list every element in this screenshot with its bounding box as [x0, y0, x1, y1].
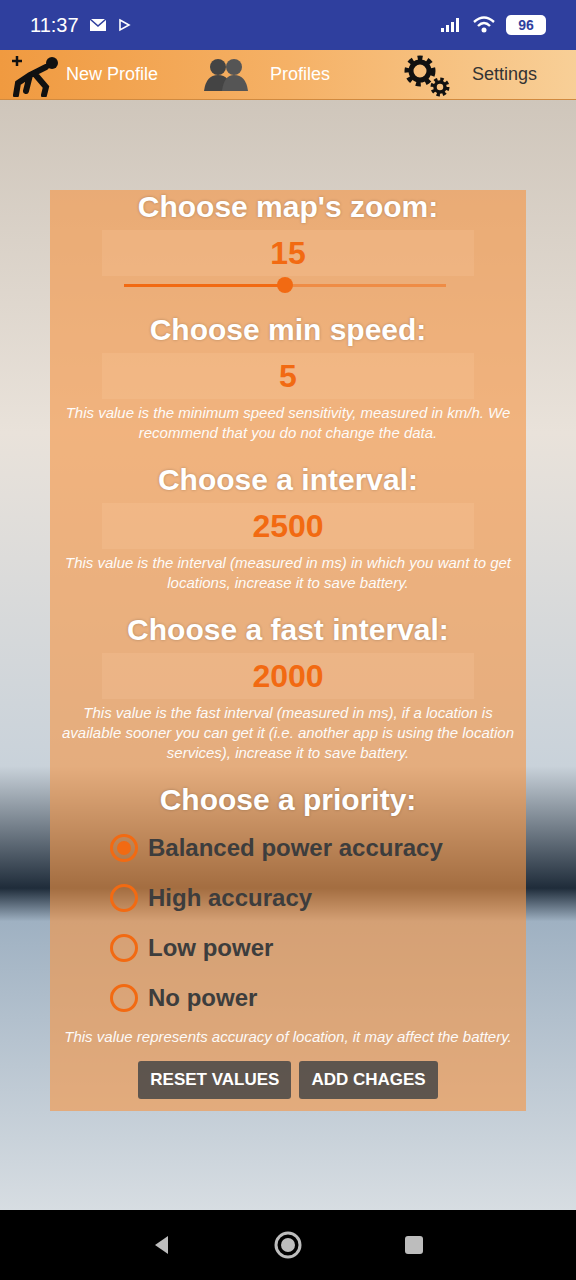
home-icon[interactable] — [273, 1230, 303, 1260]
setting-value: 15 — [270, 235, 306, 272]
priority-hint: This value represents accuracy of locati… — [54, 1027, 522, 1047]
setting-title: Choose a interval: — [54, 463, 522, 497]
setting-value: 5 — [279, 358, 297, 395]
priority-title: Choose a priority: — [54, 783, 522, 817]
top-bar-item[interactable]: Settings — [400, 51, 537, 99]
radio-button[interactable] — [110, 834, 138, 862]
battery-indicator: 96 — [506, 15, 546, 35]
setting-hint: This value is the fast interval (measure… — [54, 703, 522, 763]
top-bar-item[interactable]: New Profile — [10, 53, 190, 97]
signal-icon — [440, 17, 462, 33]
priority-option[interactable]: Balanced power accuracy — [110, 823, 522, 873]
app-screen: 11:37 96 New Profile Profiles Settings Choose… — [0, 0, 576, 1280]
setting-section: Choose map's zoom: 15 — [54, 190, 522, 293]
setting-value-field[interactable]: 15 — [102, 230, 474, 276]
setting-title: Choose min speed: — [54, 313, 522, 347]
setting-hint: This value is the interval (measured in … — [54, 553, 522, 593]
back-icon[interactable] — [150, 1233, 174, 1257]
top-bar-label: Settings — [472, 64, 537, 85]
radio-label: Balanced power accuracy — [148, 834, 443, 862]
status-bar: 11:37 96 — [0, 0, 576, 50]
recents-icon[interactable] — [402, 1233, 426, 1257]
button-row: RESET VALUESADD CHAGES — [54, 1061, 522, 1099]
play-icon — [117, 18, 131, 32]
people-icon — [200, 55, 252, 95]
setting-value-field[interactable]: 5 — [102, 353, 474, 399]
settings-panel: Choose map's zoom: 15 Choose min speed: 5 Th… — [50, 190, 526, 1111]
setting-section: Choose a fast interval: 2000 This value is… — [54, 613, 522, 763]
wifi-icon — [472, 16, 496, 34]
radio-button[interactable] — [110, 984, 138, 1012]
setting-title: Choose a fast interval: — [54, 613, 522, 647]
setting-section: Choose a interval: 2500 This value is the … — [54, 463, 522, 593]
radio-label: High accuracy — [148, 884, 312, 912]
top-bar-item[interactable]: Profiles — [190, 55, 400, 95]
top-bar: New Profile Profiles Settings — [0, 50, 576, 100]
top-bar-label: Profiles — [270, 64, 330, 85]
new-profile-icon — [10, 53, 62, 97]
status-time: 11:37 — [30, 14, 79, 37]
radio-label: No power — [148, 984, 257, 1012]
setting-value: 2500 — [252, 508, 323, 545]
navigation-bar — [0, 1210, 576, 1280]
radio-dot — [117, 841, 131, 855]
setting-title: Choose map's zoom: — [54, 190, 522, 224]
priority-option[interactable]: Low power — [110, 923, 522, 973]
top-bar-label: New Profile — [66, 64, 158, 85]
setting-hint: This value is the minimum speed sensitiv… — [54, 403, 522, 443]
radio-button[interactable] — [110, 884, 138, 912]
setting-section: Choose min speed: 5 This value is the mini… — [54, 313, 522, 443]
setting-value-field[interactable]: 2500 — [102, 503, 474, 549]
slider-fill — [124, 284, 285, 287]
battery-level: 96 — [518, 17, 534, 33]
zoom-slider[interactable] — [54, 276, 522, 293]
priority-option[interactable]: No power — [110, 973, 522, 1023]
priority-radio-group: Balanced power accuracy High accuracy Low … — [54, 823, 522, 1023]
mail-icon — [89, 18, 107, 32]
radio-label: Low power — [148, 934, 273, 962]
action-button[interactable]: ADD CHAGES — [299, 1061, 437, 1099]
gear-icon — [400, 51, 454, 99]
action-button[interactable]: RESET VALUES — [138, 1061, 291, 1099]
background-photo: Choose map's zoom: 15 Choose min speed: 5 Th… — [0, 100, 576, 1210]
slider-track — [124, 284, 446, 287]
setting-value-field[interactable]: 2000 — [102, 653, 474, 699]
slider-thumb[interactable] — [277, 277, 293, 293]
priority-option[interactable]: High accuracy — [110, 873, 522, 923]
radio-button[interactable] — [110, 934, 138, 962]
priority-section: Choose a priority: Balanced power accurac… — [54, 783, 522, 1047]
setting-value: 2000 — [252, 658, 323, 695]
